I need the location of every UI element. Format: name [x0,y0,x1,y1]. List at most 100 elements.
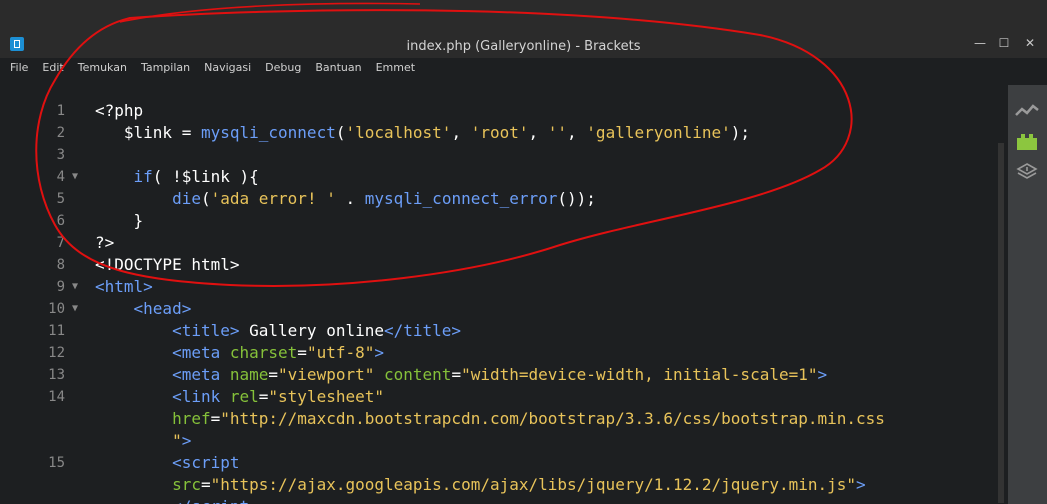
code-token: <!DOCTYPE html> [95,255,240,274]
code-text: } [95,210,144,232]
code-line: 13 <meta name="viewport" content="width=… [10,364,1010,386]
close-button[interactable]: ✕ [1022,36,1038,50]
code-token: ( [200,189,211,208]
live-preview-icon[interactable] [1014,101,1040,123]
code-token: = [200,475,211,494]
menu-bantuan[interactable]: Bantuan [315,59,361,77]
menu-temukan[interactable]: Temukan [78,59,127,77]
layers-icon[interactable] [1014,161,1040,183]
code-token: die [172,189,201,208]
code-line: 2 $link = mysqli_connect('localhost', 'r… [10,122,1010,144]
code-token: if [133,167,153,186]
code-token: 'root' [470,123,529,142]
code-token: ); [730,123,751,142]
editor-scrollbar[interactable] [996,85,1006,504]
code-token: > [817,365,828,384]
menu-file[interactable]: File [10,59,28,77]
code-token: "width=device-width, initial-scale=1" [461,365,818,384]
line-number: 3 [56,147,65,163]
fold-arrow-icon[interactable]: ▼ [72,276,78,298]
code-token: "utf-8" [306,343,375,362]
menu-navigasi[interactable]: Navigasi [204,59,251,77]
code-token: > [181,431,192,450]
menu-edit[interactable]: Edit [42,59,63,77]
code-line: 4 ▼ if( !$link ){ [10,166,1010,188]
code-token: <link [172,387,230,406]
code-token: "https://ajax.googleapis.com/ajax/libs/j… [210,475,857,494]
menu-debug[interactable]: Debug [265,59,301,77]
line-number: 8 [56,257,65,273]
code-text: </script [95,496,249,504]
code-text: <?php [95,100,143,122]
code-line: 3 [10,144,1010,166]
line-number: 7 [56,235,65,251]
code-token: , [567,123,587,142]
line-number: 11 [48,323,65,339]
code-line: 11 <title> Gallery online</title> [10,320,1010,342]
code-token: mysqli_connect_error [364,189,558,208]
code-line: 6 } [10,210,1010,232]
line-number: 4 [56,169,65,185]
menu-tampilan[interactable]: Tampilan [141,59,190,77]
code-token: mysqli_connect [200,123,336,142]
fold-arrow-icon[interactable]: ▼ [72,166,78,188]
maximize-button[interactable]: ☐ [996,36,1012,50]
code-line: 1 <?php [10,100,1010,122]
code-text: "> [95,430,191,452]
code-line: 14 <link rel="stylesheet" [10,386,1010,408]
code-text: src="https://ajax.googleapis.com/ajax/li… [95,474,866,496]
code-token: <meta [172,365,230,384]
line-number: 9 [56,279,65,295]
scroll-thumb[interactable] [998,143,1004,503]
code-token: , [528,123,548,142]
code-text: <meta charset="utf-8"> [95,342,384,364]
code-text: <link rel="stylesheet" [95,386,384,408]
line-number: 10 [48,301,65,317]
code-token: ( !$link ){ [152,167,259,186]
code-token: . [335,189,365,208]
line-number: 14 [48,389,65,405]
code-token: content [384,365,452,384]
code-token: Gallery online [239,321,384,340]
code-token: = [297,343,307,362]
title-bar: index.php (Galleryonline) - Brackets — ☐… [0,0,1047,74]
code-line: 7 ?> [10,232,1010,254]
code-token: charset [229,343,298,362]
code-token: 'galleryonline' [586,123,731,142]
code-line: "> [10,430,1010,452]
code-token: <?php [95,101,144,120]
code-token: " [172,431,182,450]
code-line: src="https://ajax.googleapis.com/ajax/li… [10,474,1010,496]
code-text: $link = mysqli_connect('localhost', 'roo… [95,122,750,144]
code-text: if( !$link ){ [95,166,259,188]
code-line: 5 die('ada error! ' . mysqli_connect_err… [10,188,1010,210]
code-editor[interactable]: 1 <?php 2 $link = mysqli_connect('localhos… [10,85,1010,504]
fold-arrow-icon[interactable]: ▼ [72,298,78,320]
menu-emmet[interactable]: Emmet [376,59,415,77]
right-toolbar [1008,85,1047,504]
code-token: 'localhost' [345,123,452,142]
code-text: href="http://maxcdn.bootstrapcdn.com/boo… [95,408,885,430]
line-number: 2 [56,125,65,141]
minimize-button[interactable]: — [972,36,988,50]
code-token: </script [172,497,249,504]
code-token: } [95,211,144,230]
code-text: die('ada error! ' . mysqli_connect_error… [95,188,596,210]
window-title: index.php (Galleryonline) - Brackets [406,39,641,54]
line-number: 15 [48,455,65,471]
line-number: 13 [48,367,65,383]
extension-manager-icon[interactable] [1014,131,1040,153]
line-number: 12 [48,345,65,361]
code-token: "stylesheet" [268,387,384,406]
code-line: 8 <!DOCTYPE html> [10,254,1010,276]
